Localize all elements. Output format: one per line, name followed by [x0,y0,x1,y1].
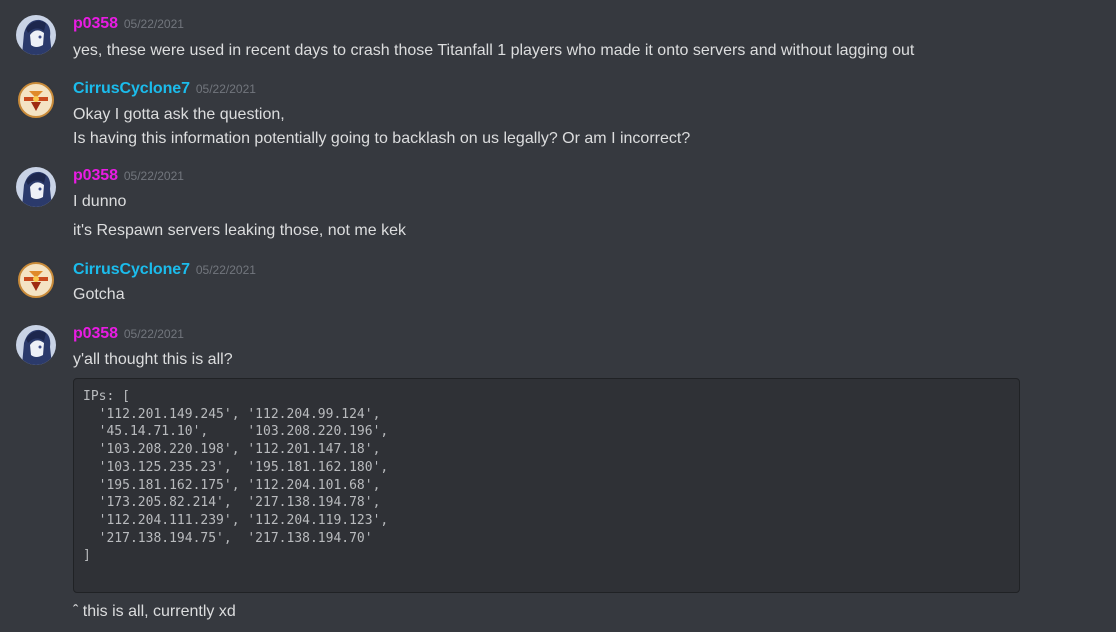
message-text: Gotcha [73,286,125,303]
anime-avatar-icon [16,325,56,365]
emblem-avatar-icon [16,260,56,300]
message-text: ˆ this is all, currently xd [73,603,236,620]
user-avatar-cirrus[interactable] [16,80,56,120]
timestamp: 05/22/2021 [123,327,184,341]
anime-avatar-icon [16,167,56,207]
message-text: I dunno [73,193,127,210]
timestamp: 05/22/2021 [123,169,184,183]
user-avatar-cirrus[interactable] [16,260,56,300]
message-text: Okay I gotta ask the question, [73,106,285,123]
username[interactable]: p0358 [73,15,118,32]
message-text: Is having this information potentially g… [73,130,691,147]
timestamp: 05/22/2021 [123,17,184,31]
user-avatar-p0358[interactable] [16,15,56,55]
user-avatar-p0358[interactable] [16,325,56,365]
username[interactable]: p0358 [73,325,118,342]
user-avatar-p0358[interactable] [16,167,56,207]
code-block-content: IPs: [ '112.201.149.245', '112.204.99.12… [83,389,389,564]
code-block[interactable]: IPs: [ '112.201.149.245', '112.204.99.12… [73,378,1020,593]
username[interactable]: p0358 [73,167,118,184]
anime-avatar-icon [16,15,56,55]
message-text: yes, these were used in recent days to c… [73,42,915,59]
username[interactable]: CirrusCyclone7 [73,261,190,278]
timestamp: 05/22/2021 [195,82,256,96]
message-text: it's Respawn servers leaking those, not … [73,222,406,239]
message-text: y'all thought this is all? [73,351,233,368]
timestamp: 05/22/2021 [195,263,256,277]
emblem-avatar-icon [16,80,56,120]
username[interactable]: CirrusCyclone7 [73,80,190,97]
